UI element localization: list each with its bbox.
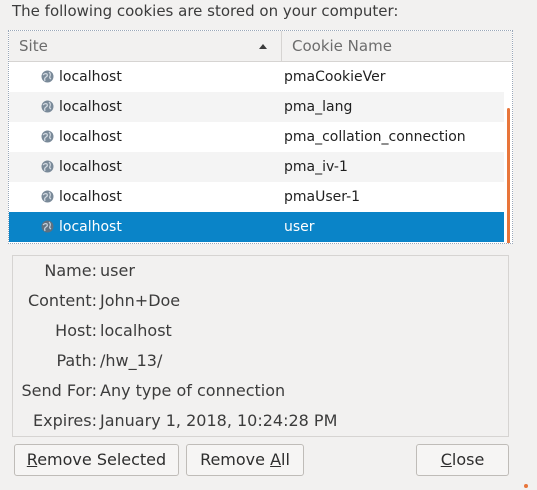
column-header-cookie-name[interactable]: Cookie Name [283,31,392,61]
detail-content-value: John+Doe [100,291,181,310]
globe-icon [41,190,54,203]
table-body: localhost pmaCookieVer localhost pma_lan… [9,62,504,242]
table-row-selected[interactable]: localhost user [9,212,504,242]
table-row[interactable]: localhost pma_lang [9,92,504,122]
vertical-scrollbar[interactable] [507,108,510,243]
detail-send-for-value: Any type of connection [100,381,286,400]
row-site: localhost [59,159,122,175]
detail-name-value: user [100,261,135,280]
detail-content-label: Content: [27,291,97,310]
row-cookie-name: pma_lang [284,99,353,115]
detail-host-value: localhost [100,321,172,340]
row-site: localhost [59,189,122,205]
column-header-site-label: Site [19,37,48,55]
detail-expires-value: January 1, 2018, 10:24:28 PM [100,411,338,430]
row-cookie-name: pmaCookieVer [284,69,386,85]
cookie-details-panel: Name: user Content: John+Doe Host: local… [12,255,509,437]
table-row[interactable]: localhost pma_iv-1 [9,152,504,182]
row-cookie-name: pmaUser-1 [284,189,361,205]
globe-icon [41,220,54,233]
row-cookie-name: pma_collation_connection [284,129,466,145]
detail-send-for-label: Send For: [21,381,98,400]
column-header-cookie-name-label: Cookie Name [292,37,392,55]
remove-selected-button[interactable]: Remove Selected [14,444,179,476]
dialog-heading: The following cookies are stored on your… [12,2,399,20]
row-site: localhost [59,69,122,85]
table-row[interactable]: localhost pmaCookieVer [9,62,504,92]
window-edge-indicator [524,484,528,488]
globe-icon [41,160,54,173]
row-site: localhost [59,99,122,115]
detail-name-label: Name: [44,261,97,280]
table-row[interactable]: localhost pmaUser-1 [9,182,504,212]
cookies-table[interactable]: Site Cookie Name localhost pmaCookieVer … [8,30,513,244]
detail-host-label: Host: [55,321,97,340]
globe-icon [41,100,54,113]
table-row[interactable]: localhost pma_collation_connection [9,122,504,152]
globe-icon [41,70,54,83]
detail-path-value: /hw_13/ [100,351,163,370]
row-cookie-name: pma_iv-1 [284,159,348,175]
sort-ascending-icon [259,44,267,49]
close-button[interactable]: Close [416,444,509,476]
detail-path-label: Path: [56,351,97,370]
globe-icon [41,130,54,143]
table-header: Site Cookie Name [9,31,512,62]
remove-all-button[interactable]: Remove All [186,444,304,476]
row-site: localhost [59,219,122,235]
column-header-site[interactable]: Site [9,31,282,61]
detail-expires-label: Expires: [33,411,97,430]
row-cookie-name: user [284,219,315,235]
row-site: localhost [59,129,122,145]
